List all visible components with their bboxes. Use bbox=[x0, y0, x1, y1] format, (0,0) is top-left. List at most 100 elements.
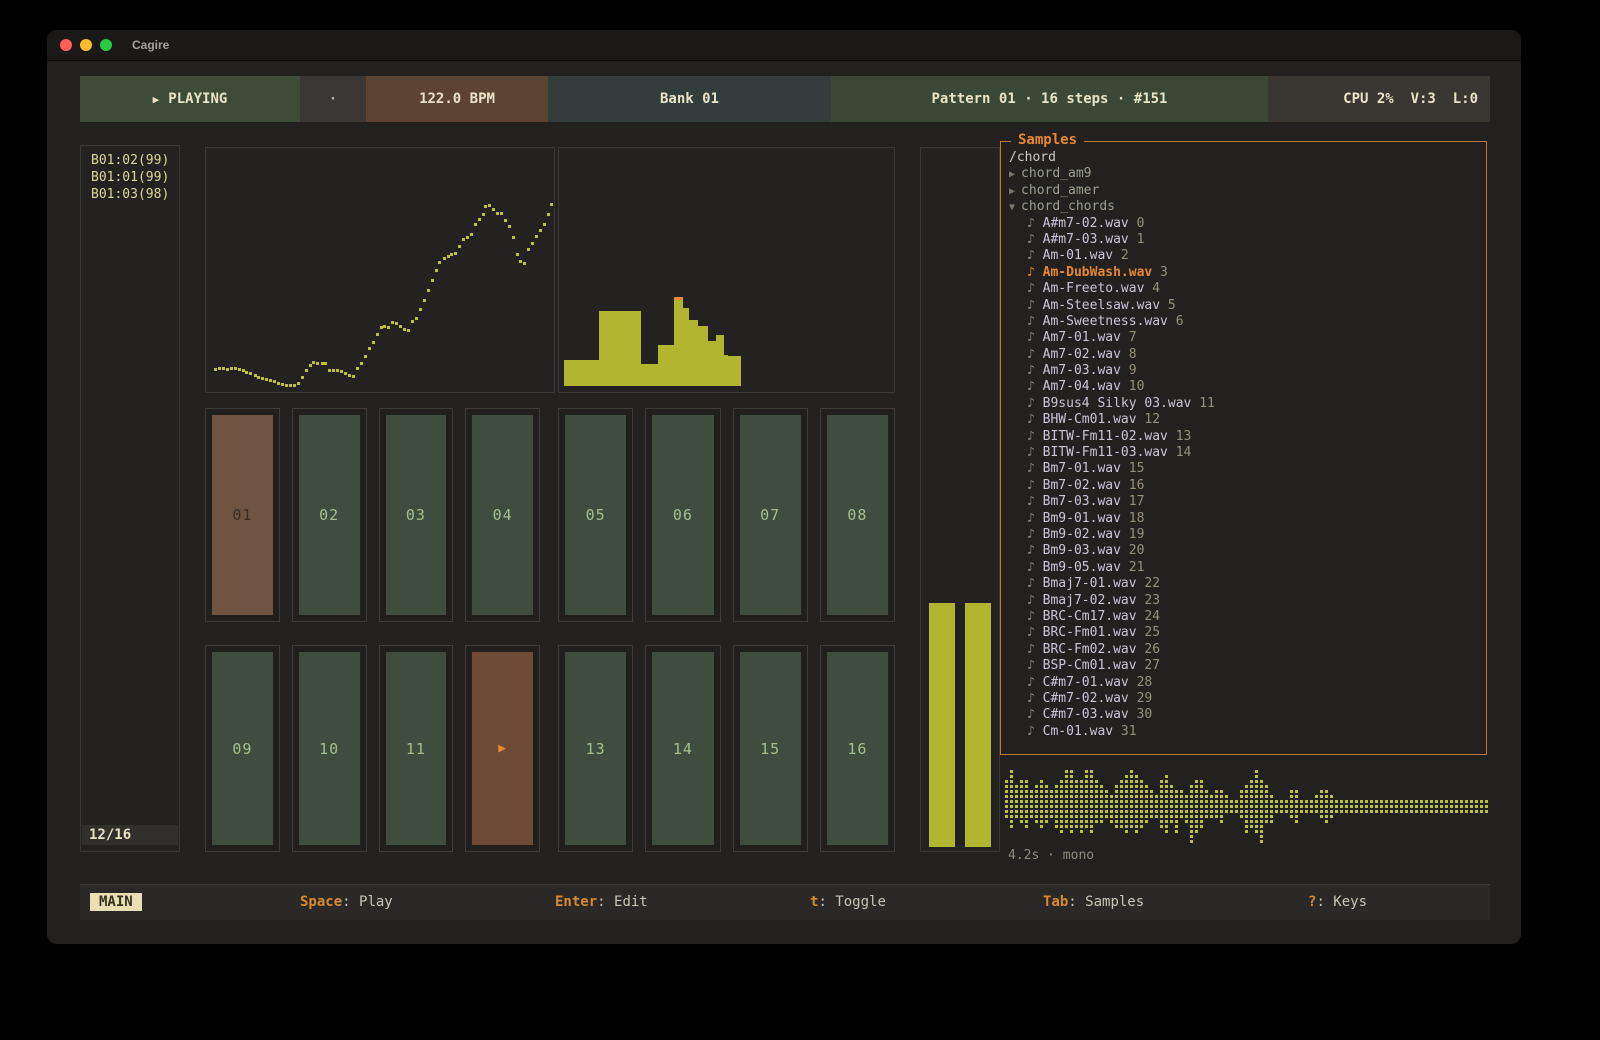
key-hint[interactable]: ?: Keys bbox=[1308, 894, 1367, 910]
pad-07[interactable]: 07 bbox=[733, 408, 808, 622]
sample-file-row[interactable]: ♪ A#m7-03.wav 1 bbox=[1009, 232, 1486, 248]
sample-file-row[interactable]: ♪ Bm9-05.wav 21 bbox=[1009, 560, 1486, 576]
sample-file-row[interactable]: ♪ BRC-Cm17.wav 24 bbox=[1009, 609, 1486, 625]
key-hint[interactable]: Space: Play bbox=[300, 894, 393, 910]
scatter-point bbox=[285, 384, 288, 387]
waveform-dot bbox=[1170, 795, 1173, 798]
pad-02[interactable]: 02 bbox=[292, 408, 367, 622]
waveform-dot bbox=[1140, 805, 1143, 808]
sample-file-row[interactable]: ♪ BHW-Cm01.wav 12 bbox=[1009, 412, 1486, 428]
sample-file-row[interactable]: ♪ BITW-Fm11-03.wav 14 bbox=[1009, 445, 1486, 461]
folder-row[interactable]: ▼ chord_chords bbox=[1009, 199, 1486, 215]
bpm-display[interactable]: 122.0 BPM bbox=[366, 76, 548, 122]
pad-13[interactable]: 13 bbox=[558, 645, 633, 852]
waveform-dot bbox=[1030, 790, 1033, 793]
waveform-dot bbox=[1035, 810, 1038, 813]
sample-file-row[interactable]: ♪ Am-DubWash.wav 3 bbox=[1009, 265, 1486, 281]
sample-file-row[interactable]: ♪ Bm7-02.wav 16 bbox=[1009, 478, 1486, 494]
sample-file-row[interactable]: ♪ Am7-04.wav 10 bbox=[1009, 379, 1486, 395]
key-hint[interactable]: Enter: Edit bbox=[555, 894, 648, 910]
waveform-dot bbox=[1275, 805, 1278, 808]
waveform-dot bbox=[1150, 790, 1153, 793]
pad-05[interactable]: 05 bbox=[558, 408, 633, 622]
pad-06[interactable]: 06 bbox=[645, 408, 720, 622]
waveform-dot bbox=[1295, 790, 1298, 793]
pad-01[interactable]: 01 bbox=[205, 408, 280, 622]
sample-file-row[interactable]: ♪ Am-Freeto.wav 4 bbox=[1009, 281, 1486, 297]
pad-10[interactable]: 10 bbox=[292, 645, 367, 852]
waveform-dot bbox=[1110, 820, 1113, 823]
waveform-dot bbox=[1235, 805, 1238, 808]
waveform-dot bbox=[1480, 805, 1483, 808]
bank-display[interactable]: Bank 01 bbox=[548, 76, 831, 122]
folder-row[interactable]: ▶ chord_amer bbox=[1009, 183, 1486, 199]
sample-file-row[interactable]: ♪ Am-Steelsaw.wav 5 bbox=[1009, 298, 1486, 314]
transport-status[interactable]: ▶ PLAYING bbox=[80, 76, 300, 122]
sample-file-row[interactable]: ♪ BITW-Fm11-02.wav 13 bbox=[1009, 429, 1486, 445]
pad-12[interactable]: ▶ bbox=[465, 645, 540, 852]
zoom-window-button[interactable] bbox=[100, 39, 112, 51]
waveform-dot bbox=[1335, 800, 1338, 803]
sample-file-row[interactable]: ♪ Am7-02.wav 8 bbox=[1009, 347, 1486, 363]
waveform-dot bbox=[1255, 775, 1258, 778]
sample-file-name: BITW-Fm11-02.wav bbox=[1043, 429, 1168, 444]
waveform-dot bbox=[1460, 805, 1463, 808]
sample-file-row[interactable]: ♪ Bm9-03.wav 20 bbox=[1009, 543, 1486, 559]
sample-file-row[interactable]: ♪ A#m7-02.wav 0 bbox=[1009, 216, 1486, 232]
sample-file-row[interactable]: ♪ C#m7-03.wav 30 bbox=[1009, 707, 1486, 723]
titlebar[interactable]: Cagire bbox=[47, 30, 1521, 61]
pattern-display[interactable]: Pattern 01 · 16 steps · #151 bbox=[831, 76, 1268, 122]
waveform-dot bbox=[1025, 785, 1028, 788]
waveform-dot bbox=[1200, 825, 1203, 828]
sample-file-row[interactable]: ♪ BRC-Fm02.wav 26 bbox=[1009, 642, 1486, 658]
waveform-dot bbox=[1175, 805, 1178, 808]
waveform-dot bbox=[1115, 795, 1118, 798]
sample-file-row[interactable]: ♪ BSP-Cm01.wav 27 bbox=[1009, 658, 1486, 674]
pad-04[interactable]: 04 bbox=[465, 408, 540, 622]
sample-file-row[interactable]: ♪ Am-Sweetness.wav 6 bbox=[1009, 314, 1486, 330]
level-meter-panel bbox=[920, 147, 1000, 852]
key-hint[interactable]: Tab: Samples bbox=[1043, 894, 1144, 910]
sample-file-row[interactable]: ♪ Am7-03.wav 9 bbox=[1009, 363, 1486, 379]
sample-file-row[interactable]: ♪ Bm9-01.wav 18 bbox=[1009, 511, 1486, 527]
close-window-button[interactable] bbox=[60, 39, 72, 51]
pad-08[interactable]: 08 bbox=[820, 408, 895, 622]
pad-11[interactable]: 11 bbox=[379, 645, 454, 852]
sample-file-row[interactable]: ♪ Bmaj7-02.wav 23 bbox=[1009, 593, 1486, 609]
sample-file-row[interactable]: ♪ C#m7-01.wav 28 bbox=[1009, 675, 1486, 691]
waveform-dot bbox=[1380, 810, 1383, 813]
pad-03[interactable]: 03 bbox=[379, 408, 454, 622]
minimize-window-button[interactable] bbox=[80, 39, 92, 51]
waveform-dot bbox=[1150, 815, 1153, 818]
sample-file-row[interactable]: ♪ Am-01.wav 2 bbox=[1009, 248, 1486, 264]
folder-row[interactable]: ▶ chord_am9 bbox=[1009, 166, 1486, 182]
sample-file-row[interactable]: ♪ Bm7-01.wav 15 bbox=[1009, 461, 1486, 477]
sample-file-row[interactable]: ♪ Bm9-02.wav 19 bbox=[1009, 527, 1486, 543]
samples-file-tree: /chord▶ chord_am9▶ chord_amer▼ chord_cho… bbox=[1001, 142, 1486, 740]
sample-file-index: 21 bbox=[1121, 560, 1144, 575]
waveform-dot bbox=[1350, 800, 1353, 803]
pad-label: 11 bbox=[386, 652, 447, 845]
pad-15[interactable]: 15 bbox=[733, 645, 808, 852]
waveform-dot bbox=[1345, 805, 1348, 808]
sample-file-row[interactable]: ♪ BRC-Fm01.wav 25 bbox=[1009, 625, 1486, 641]
waveform-dot bbox=[1450, 805, 1453, 808]
waveform-dot bbox=[1015, 815, 1018, 818]
trigger-queue-list: B01:02(99)B01:01(99)B01:03(98) bbox=[81, 146, 179, 203]
sample-file-row[interactable]: ♪ Cm-01.wav 31 bbox=[1009, 724, 1486, 740]
waveform-dot bbox=[1320, 795, 1323, 798]
key-hint[interactable]: t: Toggle bbox=[810, 894, 886, 910]
pad-16[interactable]: 16 bbox=[820, 645, 895, 852]
pad-14[interactable]: 14 bbox=[645, 645, 720, 852]
sample-file-row[interactable]: ♪ Bm7-03.wav 17 bbox=[1009, 494, 1486, 510]
waveform-dot bbox=[1165, 830, 1168, 833]
waveform-dot bbox=[1445, 805, 1448, 808]
sample-file-row[interactable]: ♪ B9sus4 Silky 03.wav 11 bbox=[1009, 396, 1486, 412]
sample-file-row[interactable]: ♪ C#m7-02.wav 29 bbox=[1009, 691, 1486, 707]
waveform-dot bbox=[1165, 785, 1168, 788]
sample-file-row[interactable]: ♪ Am7-01.wav 7 bbox=[1009, 330, 1486, 346]
waveform-dot bbox=[1135, 825, 1138, 828]
pad-09[interactable]: 09 bbox=[205, 645, 280, 852]
waveform-dot bbox=[1025, 815, 1028, 818]
sample-file-row[interactable]: ♪ Bmaj7-01.wav 22 bbox=[1009, 576, 1486, 592]
